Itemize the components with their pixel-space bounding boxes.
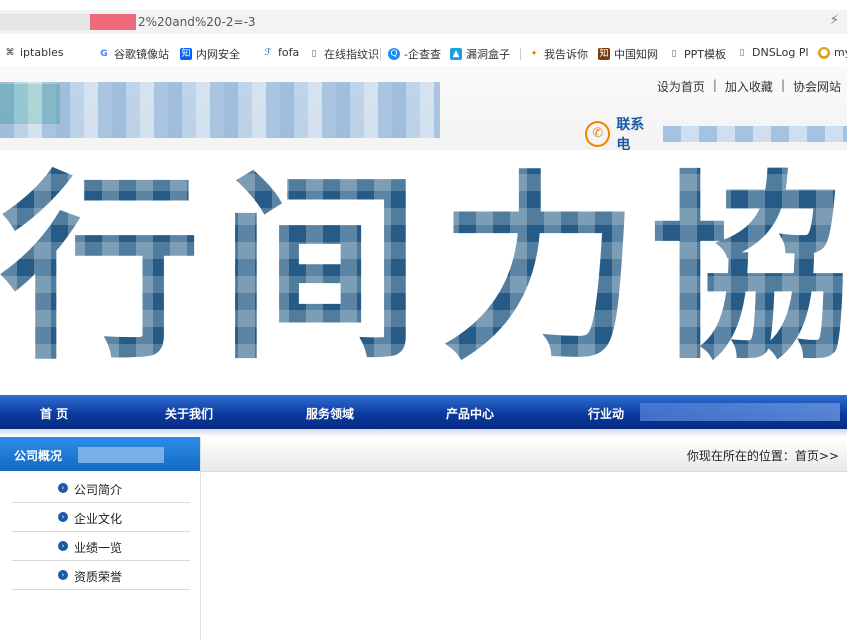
set-homepage-link[interactable]: 设为首页 [657,78,705,95]
sidebar-item-profile[interactable]: › 公司简介 [12,474,190,503]
nav-services[interactable]: 服务领域 [306,405,354,422]
bullet-arrow-icon: › [58,512,68,522]
document-icon: ▯ [671,49,677,59]
vulbox-icon: ▲ [450,48,462,60]
bookmark-divider [380,48,381,60]
nav-about[interactable]: 关于我们 [165,405,213,422]
bullet-arrow-icon: › [58,483,68,493]
msdn-icon: ✦ [530,49,538,59]
bookmark-qcc[interactable]: Q -企查查 [388,46,441,62]
bookmarks-bar: ⌘ iptables G 谷歌镜像站 知 内网安全 ℱ fofa ▯ 在线指纹识… [0,40,847,67]
nav-shadow [0,429,847,437]
url-text[interactable]: 2%20and%20-2=-3 [138,15,256,29]
my-icon: ● [818,46,830,59]
bookmark-fingerprint[interactable]: ▯ 在线指纹识 [308,46,379,62]
add-favorite-link[interactable]: 加入收藏 [725,78,773,95]
bookmark-divider [520,48,521,60]
sidebar-item-honors[interactable]: › 资质荣誉 [12,561,190,590]
url-redaction-highlight [90,14,136,30]
link-separator: | [712,78,717,92]
bookmark-iptables[interactable]: ⌘ iptables [4,46,64,59]
document-icon: ▯ [739,47,745,58]
sidebar-item-label: 业绩一览 [74,541,123,555]
contact-phone: ✆ 联系电 [585,114,847,154]
bookmark-my[interactable]: ● my [818,46,847,59]
bullet-arrow-icon: › [58,541,68,551]
bookmark-intranet[interactable]: 知 内网安全 [180,46,240,62]
association-site-link[interactable]: 协会网站 [793,78,841,95]
document-icon: ▯ [311,49,317,59]
site-name-redaction [0,82,440,138]
sidebar-item-label: 资质荣誉 [74,570,123,584]
lightning-icon[interactable]: ⚡ [830,13,839,28]
sidebar-title: 公司概况 [14,449,63,463]
sidebar-item-label: 企业文化 [74,512,123,526]
sidebar: 公司概况 › 公司简介 › 企业文化 › 业绩一览 › 资质荣誉 [0,437,201,640]
bookmark-msdn[interactable]: ✦ 我告诉你 [528,46,588,62]
bookmark-fofa[interactable]: ℱ fofa [262,46,299,59]
nav-redaction [640,403,840,421]
top-links: 设为首页 | 加入收藏 | 协会网站 [657,78,841,95]
sidebar-header: 公司概况 [0,437,200,471]
zhihu-icon: 知 [180,48,192,60]
qcc-icon: Q [388,48,400,60]
sidebar-title-redaction [78,447,164,463]
command-icon: ⌘ [5,47,15,58]
site-header: 设为首页 | 加入收藏 | 协会网站 ✆ 联系电 [0,66,847,153]
cnki-icon: 知 [598,48,610,60]
sidebar-item-performance[interactable]: › 业绩一览 [12,532,190,561]
main-nav: 首 页 关于我们 服务领域 产品中心 行业动 [0,395,847,429]
nav-products[interactable]: 产品中心 [446,405,494,422]
bookmark-google-mirror[interactable]: G 谷歌镜像站 [98,46,169,62]
breadcrumb[interactable]: 你现在所在的位置：首页>> [687,447,839,464]
bookmark-dnslog[interactable]: ▯ DNSLog Pl [736,46,809,59]
bookmark-cnki[interactable]: 知 中国知网 [598,46,658,62]
phone-number-redaction [662,126,847,142]
sidebar-item-culture[interactable]: › 企业文化 [12,503,190,532]
bookmark-vulbox[interactable]: ▲ 漏洞盒子 [450,46,510,62]
breadcrumb-bar: 你现在所在的位置：首页>> [201,437,847,472]
nav-home[interactable]: 首 页 [40,405,68,422]
phone-icon: ✆ [585,121,611,147]
address-bar: 2%20and%20-2=-3 ⚡ [0,0,847,41]
main-content: 你现在所在的位置：首页>> [201,437,847,640]
google-icon: G [100,49,108,59]
pixelation-overlay [0,150,847,395]
bookmark-ppt[interactable]: ▯ PPT模板 [668,46,726,62]
fofa-icon: ℱ [264,47,272,58]
nav-industry[interactable]: 行业动 [588,405,624,422]
sidebar-item-label: 公司简介 [74,483,123,497]
calligraphy-banner: 行 间 力 協 [0,150,847,395]
bullet-arrow-icon: › [58,570,68,580]
url-redaction [0,14,90,30]
contact-label: 联系电 [616,117,645,153]
link-separator: | [780,78,785,92]
